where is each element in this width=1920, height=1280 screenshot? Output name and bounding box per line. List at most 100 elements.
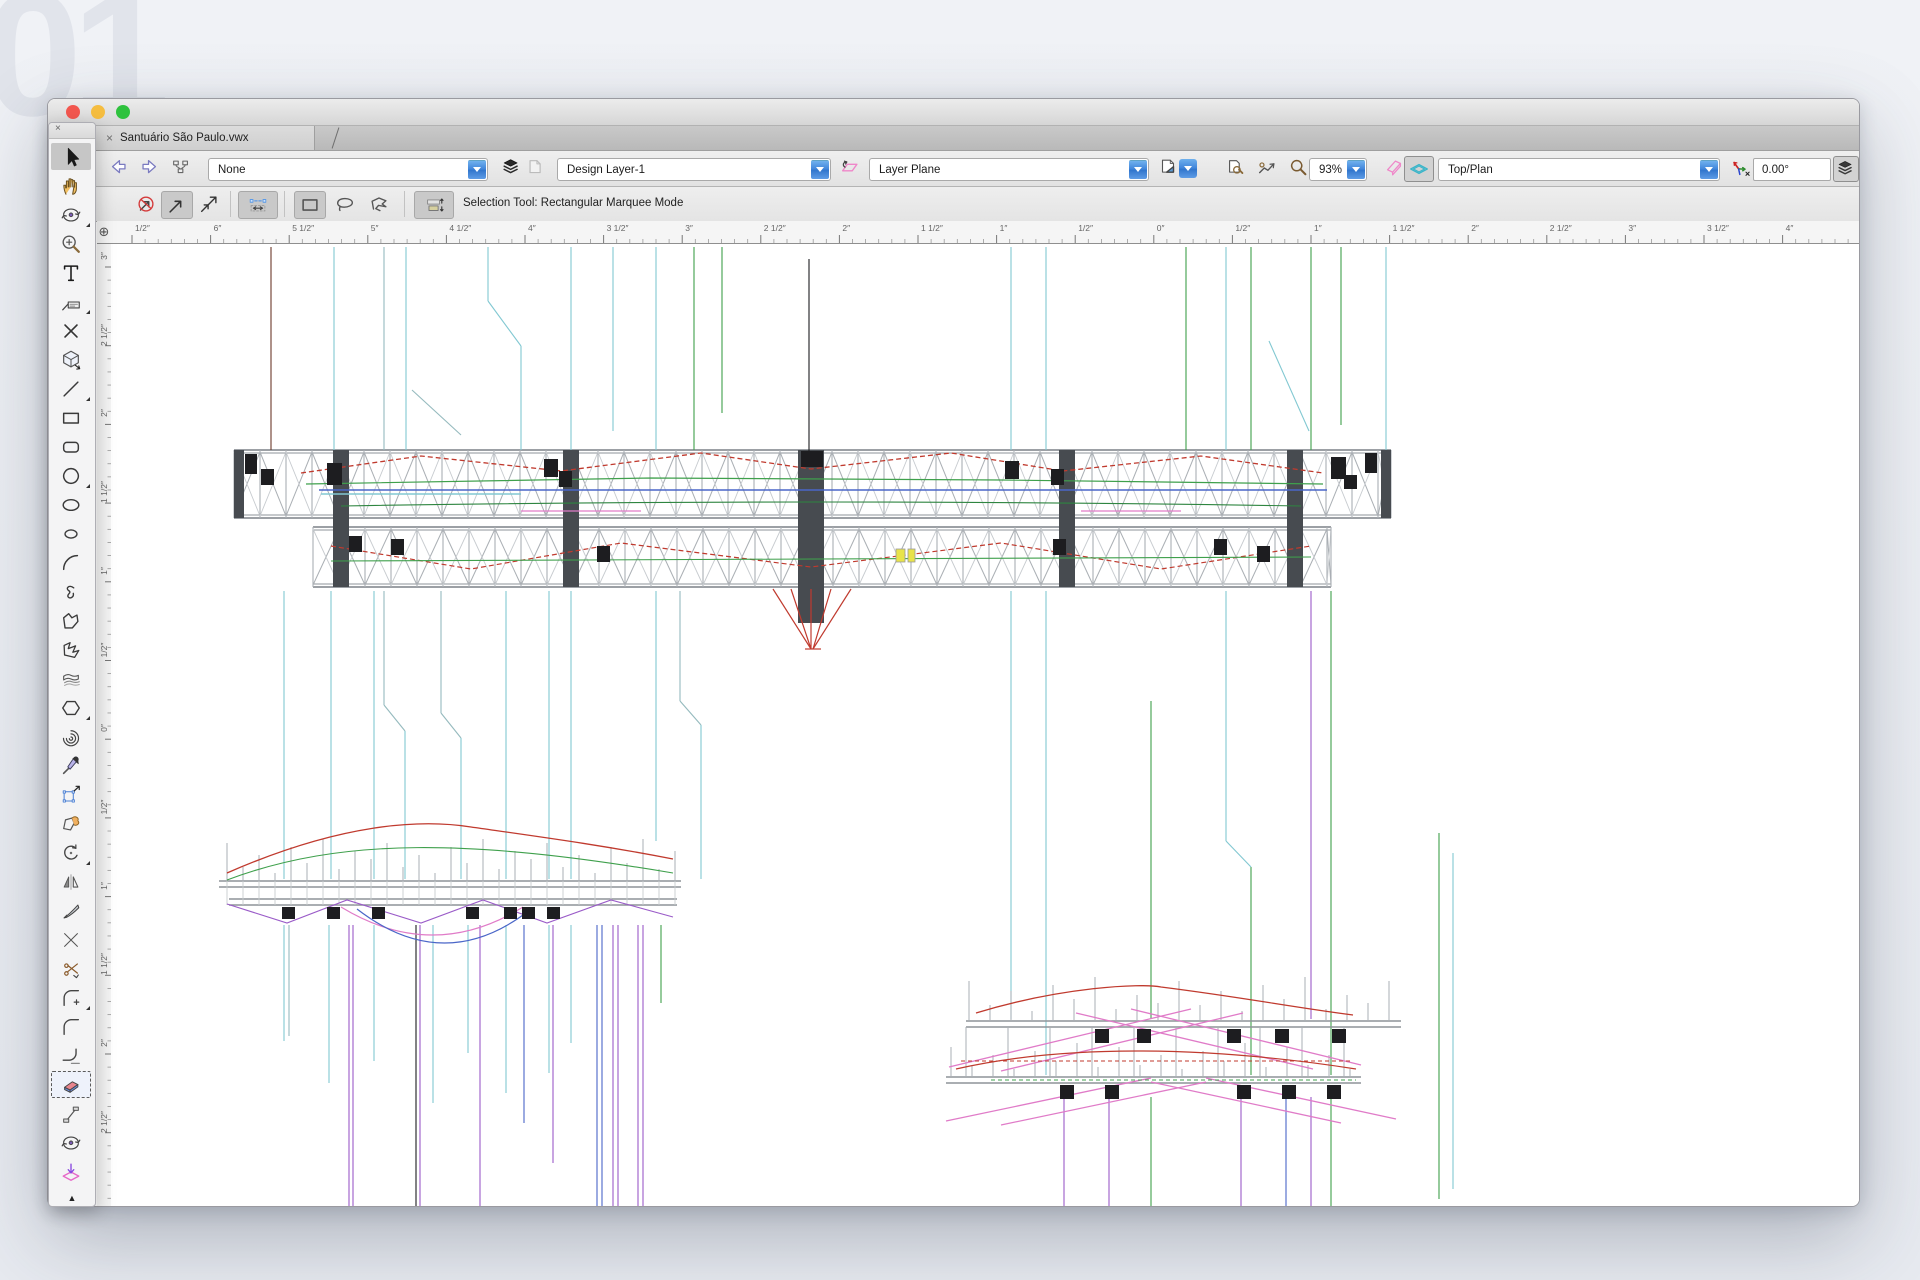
selection-tool[interactable] xyxy=(51,143,91,170)
palette-titlebar[interactable]: × xyxy=(49,123,95,139)
single-selection-mode[interactable] xyxy=(161,191,193,219)
back-arrow-icon[interactable] xyxy=(106,156,132,180)
interactive-scaling-mode[interactable] xyxy=(238,191,278,219)
class-options-button[interactable] xyxy=(1833,156,1859,182)
rounded-rectangle-tool[interactable] xyxy=(51,433,91,460)
saved-view-select[interactable]: None xyxy=(208,158,488,181)
svg-text:1/2″: 1/2″ xyxy=(1235,223,1250,233)
v-ruler-label: 3″ xyxy=(99,226,109,286)
layers-icon[interactable] xyxy=(500,156,524,180)
dropdown-arrow-icon[interactable] xyxy=(1179,159,1197,178)
clip-tool[interactable] xyxy=(51,955,91,982)
send-to-surface-tool[interactable] xyxy=(51,1158,91,1185)
minimize-window-button[interactable] xyxy=(91,105,105,119)
multiple-selection-mode[interactable] xyxy=(194,191,224,217)
drawing-canvas[interactable] xyxy=(111,244,1859,1206)
svg-text:2 1/2″: 2 1/2″ xyxy=(1550,223,1572,233)
disabled-interaction-mode[interactable] xyxy=(131,191,161,217)
polyline-tool[interactable] xyxy=(51,636,91,663)
spiral-tool[interactable] xyxy=(51,723,91,750)
tab-separator xyxy=(332,127,340,148)
tab-close-icon[interactable]: × xyxy=(106,131,113,145)
zoom-window-button[interactable] xyxy=(116,105,130,119)
fillet-radius-tool[interactable] xyxy=(51,984,91,1011)
oval-tool[interactable] xyxy=(51,491,91,518)
vertical-ruler: 3″2 1/2″2″1 1/2″1″1/2″0″1/2″1″1 1/2″2″2 … xyxy=(97,244,112,1206)
app-window: × Santuário São Paulo.vwx None Design Lay… xyxy=(47,98,1860,1207)
fit-objects-icon[interactable] xyxy=(1253,156,1281,180)
palette-close-button[interactable]: × xyxy=(55,123,61,134)
text-tool[interactable] xyxy=(51,259,91,286)
dropdown-arrow-icon[interactable] xyxy=(1700,160,1718,179)
polygon-marquee-mode[interactable] xyxy=(364,191,394,217)
extrude-solid-tool[interactable] xyxy=(51,346,91,373)
working-plane-icon[interactable] xyxy=(837,156,863,180)
svg-text:4″: 4″ xyxy=(1786,223,1794,233)
forward-arrow-icon[interactable] xyxy=(136,156,162,180)
sub-tools-indicator xyxy=(86,397,90,401)
dropdown-arrow-icon[interactable] xyxy=(1129,160,1147,179)
delete-vertex-tool[interactable] xyxy=(51,317,91,344)
rectangular-marquee-mode[interactable] xyxy=(294,191,326,219)
object-pickup-mode[interactable] xyxy=(414,191,454,219)
plane-select[interactable]: Layer Plane xyxy=(869,158,1149,181)
sheet-disabled-icon[interactable] xyxy=(524,156,548,180)
pan-tool[interactable] xyxy=(51,172,91,199)
fit-page-icon[interactable] xyxy=(1223,156,1249,180)
dropdown-arrow-icon[interactable] xyxy=(1347,160,1365,179)
svg-text:1/2″: 1/2″ xyxy=(1078,223,1093,233)
svg-text:3″: 3″ xyxy=(685,223,693,233)
zoom-icon[interactable] xyxy=(1287,156,1311,180)
svg-text:5 1/2″: 5 1/2″ xyxy=(292,223,314,233)
lasso-marquee-mode[interactable] xyxy=(330,191,360,217)
freehand-tool[interactable] xyxy=(51,578,91,605)
document-tab[interactable]: × Santuário São Paulo.vwx xyxy=(91,126,315,150)
close-window-button[interactable] xyxy=(66,105,80,119)
rotate-3d-view-tool[interactable] xyxy=(51,1129,91,1156)
svg-text:1 1/2″: 1 1/2″ xyxy=(921,223,943,233)
window-titlebar xyxy=(48,99,1859,126)
page-options-button[interactable] xyxy=(1151,156,1203,180)
layer-select[interactable]: Design Layer-1 xyxy=(557,158,831,181)
ellipse-tool[interactable] xyxy=(51,520,91,547)
chamfer-tool[interactable] xyxy=(51,1042,91,1069)
split-tool[interactable] xyxy=(51,897,91,924)
mirror-tool[interactable] xyxy=(51,868,91,895)
circle-tool[interactable] xyxy=(51,462,91,489)
desktop: { "desktop": {"watermark": "01"}, "windo… xyxy=(0,0,1920,1280)
fillet-tool[interactable] xyxy=(51,1013,91,1040)
mode-separator xyxy=(404,191,405,217)
rectangle-tool[interactable] xyxy=(51,404,91,431)
rotation-field[interactable]: 0.00° xyxy=(1753,158,1831,181)
scale-object-tool[interactable] xyxy=(51,781,91,808)
deform-tool[interactable] xyxy=(51,810,91,837)
dropdown-arrow-icon[interactable] xyxy=(811,160,829,179)
saved-view-select-value: None xyxy=(209,164,246,176)
surface-tool[interactable] xyxy=(51,665,91,692)
zoom-tool[interactable] xyxy=(51,230,91,257)
active-plane-icon[interactable] xyxy=(1404,156,1434,182)
zoom-level-select[interactable]: 93% xyxy=(1309,158,1367,181)
callout-dimension-tool[interactable] xyxy=(51,288,91,315)
connect-combine-tool[interactable] xyxy=(51,1100,91,1127)
tool-mode-bar: Selection Tool: Rectangular Marquee Mode xyxy=(48,187,1859,222)
trim-tool[interactable] xyxy=(51,926,91,953)
line-tool[interactable] xyxy=(51,375,91,402)
arc-tool[interactable] xyxy=(51,549,91,576)
eraser-tool[interactable] xyxy=(51,1071,91,1098)
unified-view-icon[interactable] xyxy=(1382,156,1406,180)
regular-polygon-tool[interactable] xyxy=(51,694,91,721)
view-select[interactable]: Top/Plan xyxy=(1438,158,1720,181)
polygon-tool[interactable] xyxy=(51,607,91,634)
flyover-tool[interactable] xyxy=(51,201,91,228)
axes-icon[interactable] xyxy=(1726,156,1754,180)
rotate-tool[interactable] xyxy=(51,839,91,866)
svg-text:3 1/2″: 3 1/2″ xyxy=(1707,223,1729,233)
svg-text:4 1/2″: 4 1/2″ xyxy=(449,223,471,233)
saved-views-icon[interactable] xyxy=(168,156,194,180)
eyedropper-tool[interactable] xyxy=(51,752,91,779)
v-ruler-label: 1 1/2″ xyxy=(99,462,109,522)
more-tools-indicator[interactable]: ▲ xyxy=(49,1193,95,1203)
dropdown-arrow-icon[interactable] xyxy=(468,160,486,179)
svg-text:6″: 6″ xyxy=(214,223,222,233)
